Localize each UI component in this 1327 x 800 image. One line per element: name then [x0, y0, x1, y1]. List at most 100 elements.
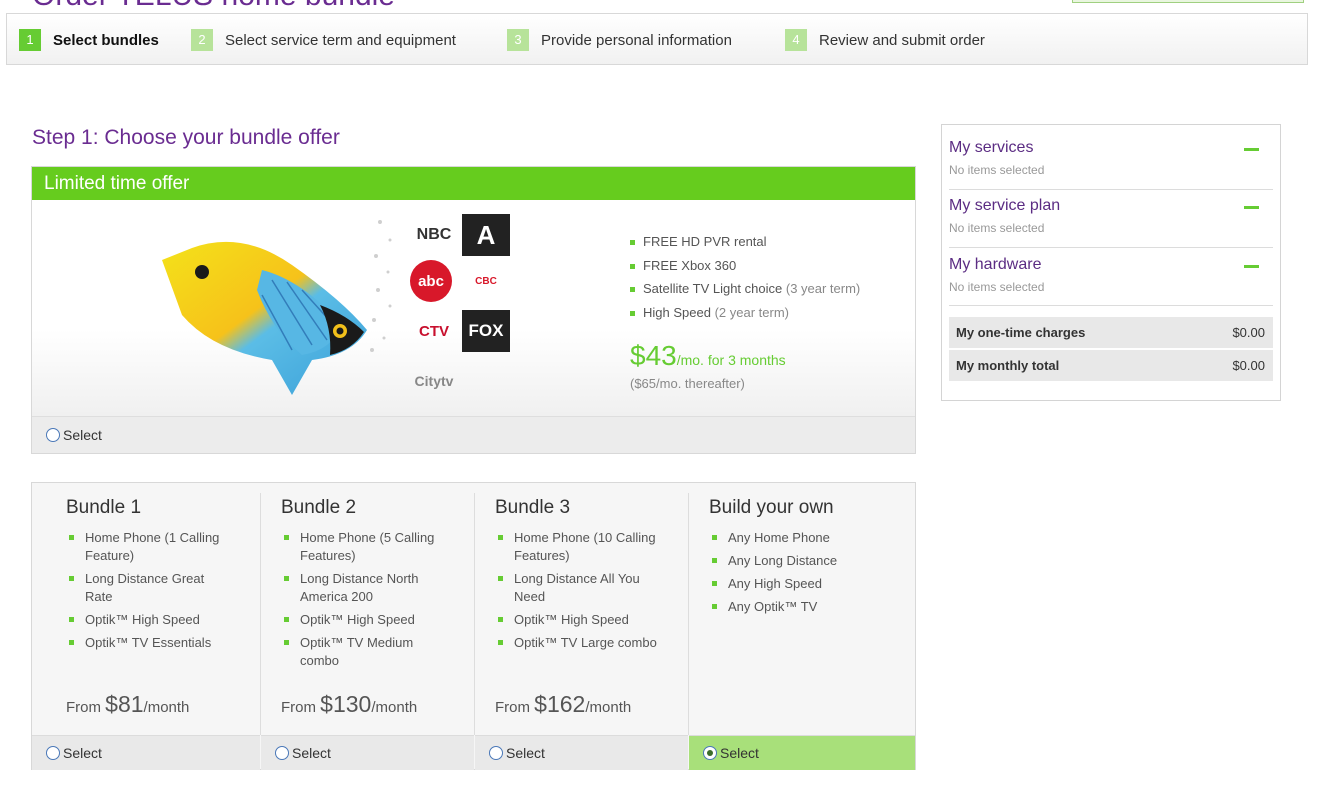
bundle-price: From $130/month	[281, 691, 418, 717]
one-time-charges-row: My one-time charges $0.00	[949, 317, 1273, 348]
offer-price-amount: $43	[630, 340, 677, 371]
fox-logo: FOX	[462, 310, 510, 352]
nbc-logo: NBC	[416, 226, 452, 243]
list-item: Optik™ High Speed	[66, 611, 231, 629]
list-item: Any Home Phone	[709, 529, 874, 547]
section-status: No items selected	[949, 221, 1045, 235]
offer-body: NBC A abc CBC CTV FOX Citytv FREE HD PVR…	[32, 200, 915, 416]
step-label: Provide personal information	[541, 31, 732, 49]
select-label: Select	[63, 427, 102, 443]
list-item: Optik™ TV Medium combo	[281, 634, 446, 670]
cbc-logo: CBC	[475, 275, 497, 287]
collapse-icon[interactable]	[1244, 148, 1259, 151]
page-title: Order TELUS home bundle	[32, 0, 395, 12]
monthly-total-row: My monthly total $0.00	[949, 350, 1273, 381]
step-heading: Step 1: Choose your bundle offer	[32, 126, 340, 149]
step-label: Review and submit order	[819, 31, 985, 49]
step-label: Select service term and equipment	[225, 31, 456, 49]
offer-price: $43/mo. for 3 months	[630, 340, 786, 372]
bundle-3-select[interactable]: Select	[475, 735, 688, 770]
radio-button[interactable]	[46, 428, 60, 442]
bundle-features: Home Phone (5 Calling Features) Long Dis…	[281, 529, 446, 675]
list-item: Any High Speed	[709, 575, 874, 593]
abc-logo: abc	[410, 260, 452, 302]
select-label: Select	[292, 745, 331, 761]
radio-button[interactable]	[489, 746, 503, 760]
total-value: $0.00	[1232, 358, 1265, 373]
step-2[interactable]: 2 Select service term and equipment	[191, 29, 456, 51]
summary-section-service-plan: My service plan No items selected	[949, 197, 1273, 248]
step-number: 2	[191, 29, 213, 51]
step-label: Select bundles	[53, 31, 159, 49]
section-status: No items selected	[949, 280, 1045, 294]
step-3[interactable]: 3 Provide personal information	[507, 29, 732, 51]
list-item: Any Optik™ TV	[709, 598, 874, 616]
bundle-title: Build your own	[709, 497, 834, 518]
list-item: FREE HD PVR rental	[630, 230, 860, 254]
section-title: My hardware	[949, 256, 1042, 273]
bundle-price: From $162/month	[495, 691, 632, 717]
summary-section-services: My services No items selected	[949, 139, 1273, 190]
total-label: My monthly total	[956, 358, 1060, 373]
section-title: My services	[949, 139, 1034, 156]
bundle-card-2: Bundle 2 Home Phone (5 Calling Features)…	[261, 483, 474, 770]
offer-banner: Limited time offer	[32, 167, 915, 200]
select-label: Select	[63, 745, 102, 761]
bundle-1-select[interactable]: Select	[32, 735, 260, 770]
step-number: 3	[507, 29, 529, 51]
list-item: Any Long Distance	[709, 552, 874, 570]
select-label: Select	[506, 745, 545, 761]
list-item: Home Phone (5 Calling Features)	[281, 529, 446, 565]
bundle-title: Bundle 2	[281, 497, 357, 518]
summary-section-hardware: My hardware No items selected	[949, 256, 1273, 306]
total-label: My one-time charges	[956, 325, 1086, 340]
radio-button[interactable]	[46, 746, 60, 760]
total-value: $0.00	[1232, 325, 1265, 340]
step-4[interactable]: 4 Review and submit order	[785, 29, 985, 51]
radio-button[interactable]	[275, 746, 289, 760]
step-number: 4	[785, 29, 807, 51]
list-item: Long Distance Great Rate	[66, 570, 231, 606]
bundle-title: Bundle 3	[495, 497, 571, 518]
collapse-icon[interactable]	[1244, 206, 1259, 209]
collapse-icon[interactable]	[1244, 265, 1259, 268]
step-number: 1	[19, 29, 41, 51]
select-label: Select	[720, 745, 759, 761]
list-item: Optik™ High Speed	[495, 611, 660, 629]
radio-button-selected[interactable]	[703, 746, 717, 760]
list-item: Home Phone (1 Calling Feature)	[66, 529, 231, 565]
list-item: High Speed (2 year term)	[630, 301, 860, 325]
bundle-price: From $81/month	[66, 691, 190, 717]
bundle-2-select[interactable]: Select	[261, 735, 474, 770]
offer-price-unit: /mo. for 3 months	[676, 352, 786, 368]
section-status: No items selected	[949, 163, 1045, 177]
fish-illustration	[162, 220, 392, 395]
bundle-card-3: Bundle 3 Home Phone (10 Calling Features…	[475, 483, 688, 770]
list-item: Long Distance All You Need	[495, 570, 660, 606]
offer-select[interactable]: Select	[32, 416, 915, 453]
bundle-card-build-your-own: Build your own Any Home Phone Any Long D…	[689, 483, 915, 770]
list-item: Optik™ TV Essentials	[66, 634, 231, 652]
citytv-logo: Citytv	[414, 373, 454, 389]
offer-price-after: ($65/mo. thereafter)	[630, 376, 745, 391]
progress-steps: 1 Select bundles 2 Select service term a…	[6, 13, 1308, 65]
limited-offer-card: Limited time offer NBC A abc CBC CTV FOX…	[31, 166, 916, 454]
bundle-features: Home Phone (10 Calling Features) Long Di…	[495, 529, 660, 657]
list-item: Long Distance North America 200	[281, 570, 446, 606]
list-item: FREE Xbox 360	[630, 254, 860, 278]
order-summary-panel: My services No items selected My service…	[941, 124, 1281, 401]
bundle-features: Home Phone (1 Calling Feature) Long Dist…	[66, 529, 231, 657]
a-channel-logo: A	[462, 214, 510, 256]
list-item: Optik™ TV Large combo	[495, 634, 660, 652]
tv-channel-logos: NBC A abc CBC CTV FOX Citytv	[410, 214, 514, 404]
step-1[interactable]: 1 Select bundles	[19, 29, 159, 51]
bundle-title: Bundle 1	[66, 497, 142, 518]
bundle-features: Any Home Phone Any Long Distance Any Hig…	[709, 529, 874, 621]
header-action-button[interactable]	[1072, 0, 1304, 3]
bundle-card-1: Bundle 1 Home Phone (1 Calling Feature) …	[32, 483, 260, 770]
list-item: Satellite TV Light choice (3 year term)	[630, 277, 860, 301]
bundle-options: Bundle 1 Home Phone (1 Calling Feature) …	[31, 482, 916, 770]
offer-features: FREE HD PVR rental FREE Xbox 360 Satelli…	[630, 230, 860, 324]
section-title: My service plan	[949, 197, 1061, 214]
bundle-4-select[interactable]: Select	[689, 735, 915, 770]
